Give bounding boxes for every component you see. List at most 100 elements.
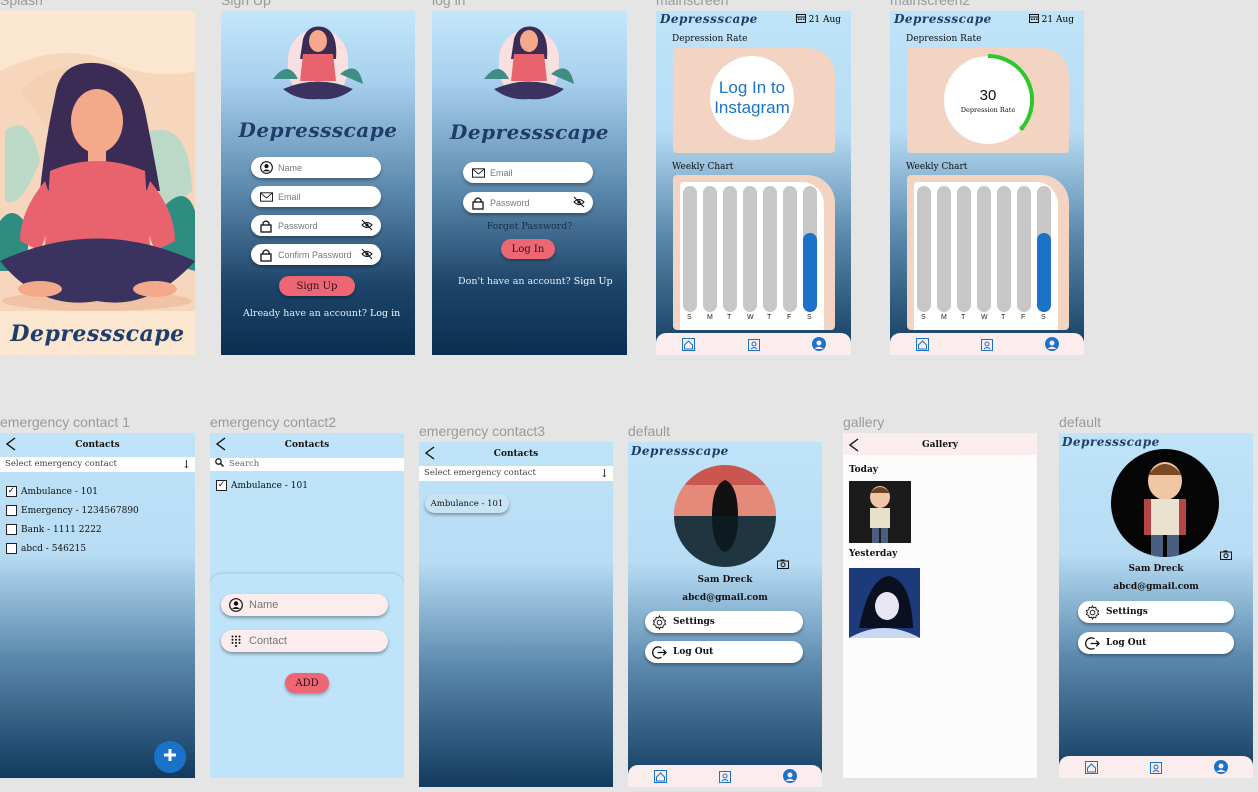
date-badge: 21 Aug: [795, 13, 841, 26]
main2-brand: Depressscape: [894, 12, 992, 26]
profile-icon[interactable]: [782, 769, 797, 783]
chart-bar-track: [957, 186, 971, 312]
yesterday-heading: Yesterday: [849, 549, 898, 559]
avatar[interactable]: [1111, 449, 1219, 557]
search-input[interactable]: Search: [210, 457, 404, 471]
home-icon[interactable]: [682, 337, 696, 351]
contact-input[interactable]: Contact: [221, 630, 388, 652]
checkbox[interactable]: ✓: [216, 480, 227, 491]
confirm-password-field[interactable]: Confirm Password: [251, 244, 381, 265]
logout-button[interactable]: Log Out: [1078, 632, 1234, 654]
email-field[interactable]: Email: [251, 186, 381, 207]
mail-icon: [471, 166, 485, 180]
contact-label: Ambulance - 101: [21, 486, 98, 497]
select-contact-dropdown[interactable]: Select emergency contact ↓: [0, 457, 195, 472]
rate-card: 30 Depression Rate: [907, 48, 1069, 153]
add-button[interactable]: ADD: [285, 673, 329, 693]
forget-password-link[interactable]: Forget Password?: [432, 221, 627, 232]
contact-placeholder: Contact: [249, 635, 287, 647]
mail-icon: [259, 190, 273, 204]
checkbox[interactable]: [6, 543, 17, 554]
settings-label: Settings: [1106, 607, 1148, 617]
email-field[interactable]: Email: [463, 162, 593, 183]
avatar[interactable]: [674, 465, 776, 567]
checkbox[interactable]: ✓: [6, 486, 17, 497]
arrow-down-icon: ↓: [181, 458, 191, 471]
settings-button[interactable]: Settings: [1078, 601, 1234, 623]
contacts-icon[interactable]: [1149, 760, 1163, 774]
contacts-icon[interactable]: [747, 337, 761, 351]
profile-icon[interactable]: [811, 337, 826, 351]
chart-bar-track: [917, 186, 931, 312]
camera-icon[interactable]: [777, 554, 789, 573]
frame-label-signup: Sign Up: [221, 0, 271, 8]
emergency-contact-1: Contacts Select emergency contact ↓ ✓ Amb…: [0, 433, 195, 778]
contact-item[interactable]: ✓ Ambulance - 101: [6, 486, 98, 497]
checkbox[interactable]: [6, 505, 17, 516]
splash-brand: Depressscape: [10, 321, 185, 347]
logout-button[interactable]: Log Out: [645, 641, 803, 663]
add-contact-button[interactable]: [154, 741, 186, 773]
login-button[interactable]: Log In: [501, 239, 555, 259]
contacts-icon[interactable]: [980, 337, 994, 351]
calendar-icon: [1028, 13, 1039, 26]
chart-day-label: M: [941, 314, 947, 321]
gallery-title: Gallery: [921, 440, 959, 450]
select-contact-text: Select emergency contact: [5, 459, 117, 469]
date-text: 21 Aug: [808, 14, 841, 25]
chart-bar-track: [783, 186, 797, 312]
frame-label-splash: Splash: [0, 0, 43, 8]
lock-icon: [259, 219, 273, 233]
profile-email: abcd@gmail.com: [1113, 582, 1199, 592]
chart-day-label: S: [807, 314, 812, 321]
mainscreen-1: Depressscape 21 Aug Depression Rate Log …: [656, 11, 851, 355]
signup-brand: Depressscape: [238, 118, 398, 142]
instagram-login-button[interactable]: Log In to Instagram: [710, 56, 794, 140]
settings-button[interactable]: Settings: [645, 611, 803, 633]
name-field[interactable]: Name: [251, 157, 381, 178]
checkbox[interactable]: [6, 524, 17, 535]
date-text: 21 Aug: [1041, 14, 1074, 25]
contacts-icon[interactable]: [718, 769, 732, 783]
chart-day-label: W: [747, 314, 754, 321]
gallery-image-anime[interactable]: [849, 568, 920, 638]
weekly-title: Weekly Chart: [906, 162, 968, 172]
profile-icon[interactable]: [1044, 337, 1059, 351]
profile-icon[interactable]: [1213, 760, 1228, 774]
home-icon[interactable]: [1084, 760, 1098, 774]
gallery-image-cartoon-boy[interactable]: [849, 481, 911, 543]
camera-icon[interactable]: [1220, 545, 1232, 564]
contact-item[interactable]: Emergency - 1234567890: [6, 505, 139, 516]
eye-off-icon[interactable]: [361, 219, 373, 231]
logout-icon: [651, 644, 667, 660]
email-placeholder: Email: [278, 191, 301, 202]
lock-icon: [259, 248, 273, 262]
date-badge: 21 Aug: [1028, 13, 1074, 26]
meditation-logo: [273, 26, 363, 100]
home-icon[interactable]: [915, 337, 929, 351]
home-icon[interactable]: [653, 769, 667, 783]
signup-link[interactable]: Sign Up: [574, 276, 613, 287]
signup-button[interactable]: Sign Up: [279, 276, 355, 296]
frame-label-profile1: default: [628, 423, 671, 439]
frame-label-ec1: emergency contact 1: [0, 414, 130, 430]
select-contact-dropdown[interactable]: Select emergency contact ↓: [419, 466, 613, 481]
contact-item[interactable]: abcd - 546215: [6, 543, 86, 554]
weekly-title: Weekly Chart: [672, 162, 734, 172]
contact-chip[interactable]: Ambulance - 101: [425, 494, 509, 513]
user-icon: [259, 161, 273, 175]
eye-off-icon[interactable]: [361, 248, 373, 260]
eye-off-icon[interactable]: [573, 196, 585, 208]
contact-item[interactable]: ✓ Ambulance - 101: [216, 480, 308, 491]
contact-item[interactable]: Bank - 1111 2222: [6, 524, 102, 535]
name-input[interactable]: Name: [221, 594, 388, 616]
profile-screen-2: Depressscape Sam Dreck abcd@gmail.com Se…: [1059, 433, 1253, 778]
login-link[interactable]: Log in: [370, 308, 400, 319]
mainscreen-2: Depressscape 21 Aug Depression Rate 30 D…: [890, 11, 1084, 355]
password-field[interactable]: Password: [251, 215, 381, 236]
contacts-title: Contacts: [75, 440, 120, 450]
chart-day-label: S: [1041, 314, 1046, 321]
password-field[interactable]: Password: [463, 192, 593, 213]
profile-name: Sam Dreck: [1128, 564, 1184, 574]
emergency-contact-3: Contacts Select emergency contact ↓ Ambu…: [419, 442, 613, 787]
